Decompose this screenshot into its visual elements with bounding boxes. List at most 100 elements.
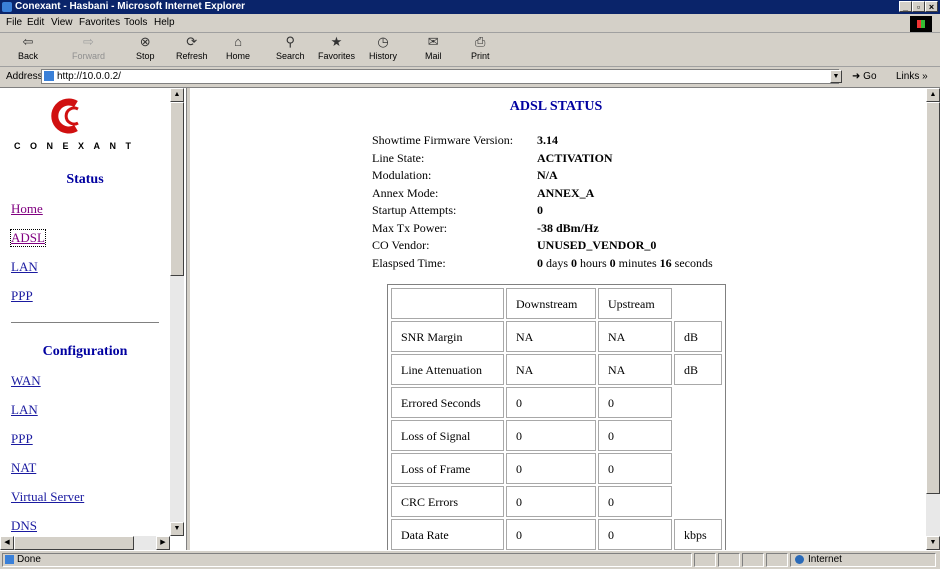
downstream-cell: 0 — [506, 387, 596, 418]
nav-link-home[interactable]: Home — [11, 201, 43, 217]
nav-link-nat[interactable]: NAT — [11, 460, 36, 476]
links-button[interactable]: Links » — [896, 71, 928, 82]
left-vertical-scrollbar[interactable]: ▲ ▼ — [170, 88, 184, 536]
address-label: Address — [6, 71, 43, 82]
divider — [11, 322, 159, 324]
status-text-panel: Done — [2, 553, 692, 567]
left-horizontal-scrollbar[interactable]: ◀ ▶ — [0, 536, 170, 550]
row-label: Line Attenuation — [391, 354, 504, 385]
close-button[interactable]: × — [925, 1, 938, 12]
elapsed-seconds: 16 — [659, 256, 672, 270]
mail-button[interactable]: ✉ Mail — [425, 35, 442, 62]
refresh-icon: ⟳ — [186, 34, 198, 49]
elapsed-days-unit: days — [546, 256, 568, 270]
row-label: Loss of Frame — [391, 453, 504, 484]
search-button[interactable]: ⚲ Search — [276, 34, 305, 62]
elapsed-seconds-unit: seconds — [674, 256, 713, 270]
nav-link-lan-config[interactable]: LAN — [11, 402, 38, 418]
menu-view[interactable]: View — [51, 17, 73, 28]
upstream-cell: 0 — [598, 387, 672, 418]
address-input[interactable]: http://10.0.0.2/ — [41, 69, 839, 84]
status-panel — [742, 553, 764, 567]
maximize-button[interactable]: ▫ — [912, 1, 925, 12]
stop-icon: ⊗ — [139, 34, 151, 49]
zone-text: Internet — [808, 554, 842, 565]
go-button[interactable]: ➜ Go — [852, 71, 877, 82]
home-button[interactable]: ⌂ Home — [226, 35, 250, 62]
row-label: Data Rate — [391, 519, 504, 550]
main-scroll-down-icon[interactable]: ▼ — [926, 536, 940, 550]
unit-cell: dB — [674, 321, 722, 352]
nav-link-wan[interactable]: WAN — [11, 373, 41, 389]
nav-link-ppp-config[interactable]: PPP — [11, 431, 33, 447]
elapsed-minutes-unit: minutes — [618, 256, 657, 270]
history-button[interactable]: ◷ History — [369, 34, 397, 62]
globe-icon — [795, 555, 804, 564]
startup-label: Startup Attempts: — [372, 203, 457, 217]
stop-button[interactable]: ⊗ Stop — [136, 34, 155, 62]
scroll-thumb[interactable] — [170, 102, 184, 276]
firmware-value: 3.14 — [537, 133, 558, 147]
menu-edit[interactable]: Edit — [27, 17, 44, 28]
header-upstream: Upstream — [598, 288, 672, 319]
scroll-right-icon[interactable]: ▶ — [156, 536, 170, 550]
status-panel — [718, 553, 740, 567]
max-tx-value: -38 dBm/Hz — [537, 221, 599, 235]
go-label: Go — [863, 71, 877, 82]
main-vertical-scrollbar[interactable]: ▲ ▼ — [926, 88, 940, 550]
nav-link-dns[interactable]: DNS — [11, 518, 37, 534]
menu-tools[interactable]: Tools — [124, 17, 147, 28]
upstream-cell: 0 — [598, 486, 672, 517]
elapsed-days: 0 — [537, 256, 543, 270]
line-state-label: Line State: — [372, 151, 425, 165]
scroll-left-icon[interactable]: ◀ — [0, 536, 14, 550]
menu-bar: File Edit View Favorites Tools Help — [0, 14, 940, 33]
upstream-cell: 0 — [598, 453, 672, 484]
horizontal-scroll-thumb[interactable] — [14, 536, 134, 550]
back-button[interactable]: ⇦ Back — [18, 34, 38, 62]
print-label: Print — [471, 51, 490, 61]
browser-content: CONEXANT Status Home ADSL LAN PPP Config… — [0, 88, 940, 550]
forward-button[interactable]: ⇨ Forward — [72, 35, 106, 62]
refresh-label: Refresh — [176, 51, 208, 61]
menu-file[interactable]: File — [6, 17, 22, 28]
address-dropdown-icon[interactable]: ▼ — [830, 70, 842, 83]
favorites-button[interactable]: ★ Favorites — [318, 35, 355, 62]
nav-link-lan-status[interactable]: LAN — [11, 259, 38, 275]
print-button[interactable]: ⎙ Print — [471, 35, 490, 62]
max-tx-label: Max Tx Power: — [372, 221, 448, 235]
header-downstream: Downstream — [506, 288, 596, 319]
minimize-button[interactable]: _ — [899, 1, 912, 12]
menu-help[interactable]: Help — [154, 17, 175, 28]
search-icon: ⚲ — [285, 34, 296, 49]
refresh-button[interactable]: ⟳ Refresh — [176, 34, 208, 62]
upstream-cell: 0 — [598, 420, 672, 451]
search-label: Search — [276, 51, 305, 61]
status-panel — [766, 553, 788, 567]
go-arrow-icon: ➜ — [852, 71, 861, 82]
menu-favorites[interactable]: Favorites — [79, 17, 120, 28]
nav-link-adsl[interactable]: ADSL — [10, 229, 46, 247]
forward-label: Forward — [72, 51, 106, 61]
scroll-up-icon[interactable]: ▲ — [170, 88, 184, 102]
co-vendor-value: UNUSED_VENDOR_0 — [537, 238, 657, 252]
history-icon: ◷ — [377, 34, 389, 49]
main-scroll-up-icon[interactable]: ▲ — [926, 88, 940, 102]
nav-link-ppp-status[interactable]: PPP — [11, 288, 33, 304]
ie-icon — [2, 2, 12, 12]
downstream-cell: 0 — [506, 420, 596, 451]
nav-link-virtual-server[interactable]: Virtual Server — [11, 489, 84, 505]
annex-label: Annex Mode: — [372, 186, 439, 200]
logo-text: CONEXANT — [14, 141, 141, 151]
row-label: Loss of Signal — [391, 420, 504, 451]
done-page-icon — [5, 555, 14, 564]
back-arrow-icon: ⇦ — [22, 34, 34, 49]
mail-label: Mail — [425, 51, 442, 61]
elapsed-hours-unit: hours — [580, 256, 607, 270]
upstream-cell: NA — [598, 321, 672, 352]
main-frame: ADSL STATUS Showtime Firmware Version: 3… — [190, 88, 926, 550]
main-scroll-thumb[interactable] — [926, 102, 940, 494]
elapsed-label: Elaspsed Time: — [372, 256, 446, 270]
scroll-down-icon[interactable]: ▼ — [170, 522, 184, 536]
address-bar: Address http://10.0.0.2/ ▼ ➜ Go Links » — [0, 67, 940, 88]
